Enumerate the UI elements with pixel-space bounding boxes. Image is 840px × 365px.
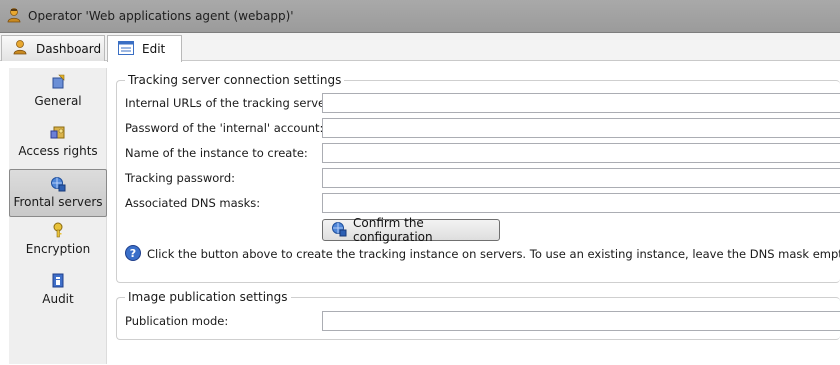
key-lock-icon — [50, 124, 66, 140]
field-tracking-password: Tracking password: — [125, 168, 840, 188]
general-icon — [50, 74, 66, 90]
tab-dashboard[interactable]: Dashboard — [1, 35, 105, 61]
sidebar: General Access rights Frontal servers En… — [9, 68, 107, 364]
field-dns-masks: Associated DNS masks: — [125, 193, 840, 213]
field-publication-mode: Publication mode: — [125, 311, 840, 331]
field-internal-urls: Internal URLs of the tracking servers: — [125, 93, 840, 113]
window-titlebar: Operator 'Web applications agent (webapp… — [0, 0, 840, 33]
tracking-password-input[interactable] — [322, 168, 840, 188]
sidebar-item-audit[interactable]: Audit — [9, 272, 107, 318]
operator-icon — [6, 7, 22, 26]
publication-mode-label: Publication mode: — [125, 314, 229, 328]
sidebar-item-label: Frontal servers — [13, 195, 103, 209]
confirm-configuration-label: Confirm the configuration — [353, 216, 433, 244]
tab-dashboard-label: Dashboard — [36, 41, 102, 56]
internal-password-input[interactable] — [322, 118, 840, 138]
dns-masks-input[interactable] — [322, 193, 840, 213]
dashboard-icon — [12, 39, 28, 58]
sidebar-item-label: Access rights — [18, 144, 98, 158]
help-hint-text: Click the button above to create the tra… — [147, 247, 840, 261]
instance-name-label: Name of the instance to create: — [125, 146, 308, 160]
sidebar-item-access-rights[interactable]: Access rights — [9, 124, 107, 170]
field-instance-name: Name of the instance to create: — [125, 143, 840, 163]
sidebar-item-label: Audit — [42, 292, 74, 306]
audit-icon — [50, 272, 66, 288]
internal-password-label: Password of the 'internal' account: — [125, 121, 324, 135]
internal-urls-input[interactable] — [322, 93, 840, 113]
key-icon — [50, 222, 66, 238]
tab-bar: Dashboard Edit — [0, 33, 840, 62]
sidebar-item-encryption[interactable]: Encryption — [9, 222, 107, 268]
tab-edit[interactable]: Edit — [107, 35, 182, 62]
confirm-configuration-button[interactable]: Confirm the configuration — [322, 216, 500, 244]
internal-urls-label: Internal URLs of the tracking servers: — [125, 96, 340, 110]
sidebar-item-label: General — [34, 94, 82, 108]
svg-text:?: ? — [130, 247, 136, 260]
globe-servers-icon — [50, 176, 66, 192]
instance-name-input[interactable] — [322, 143, 840, 163]
sidebar-item-frontal-servers[interactable]: Frontal servers — [9, 169, 107, 217]
publication-settings-legend: Image publication settings — [125, 290, 291, 304]
form-icon — [118, 40, 134, 58]
window-title: Operator 'Web applications agent (webapp… — [28, 9, 294, 23]
help-icon: ? — [125, 244, 141, 264]
sidebar-item-label: Encryption — [25, 242, 91, 256]
sidebar-item-general[interactable]: General — [9, 74, 107, 120]
publication-mode-input[interactable] — [322, 311, 840, 331]
field-internal-password: Password of the 'internal' account: — [125, 118, 840, 138]
tracking-password-label: Tracking password: — [125, 171, 236, 185]
tab-edit-label: Edit — [142, 42, 166, 56]
globe-servers-icon — [331, 221, 347, 240]
dns-masks-label: Associated DNS masks: — [125, 196, 261, 210]
tracking-settings-legend: Tracking server connection settings — [125, 73, 345, 87]
help-hint: ? Click the button above to create the t… — [125, 244, 840, 264]
